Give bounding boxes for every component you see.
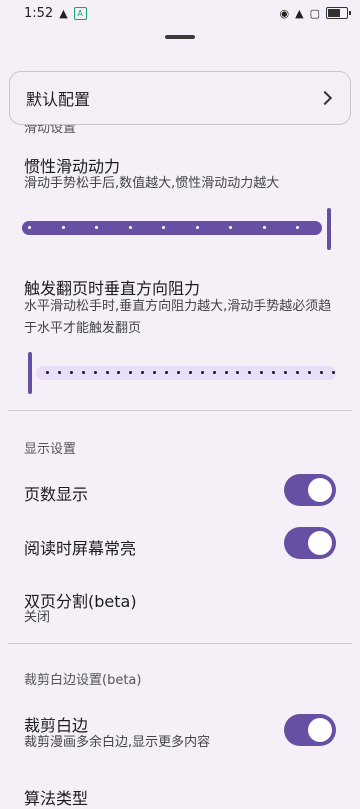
page-number-label: 页数显示 [24,485,89,504]
status-time: 1:52 [24,5,54,21]
status-bar: 1:52 ▲ A ◉ ▲ ▢ [0,0,360,26]
page-number-switch[interactable] [284,474,336,506]
slider-tick-dot [105,371,109,374]
slider-tick-dot [319,371,323,374]
divider [8,410,352,411]
resistance-slider-thumb[interactable] [28,352,32,394]
slider-tick-dot [295,371,299,374]
default-config-button[interactable]: 默认配置 [9,71,351,125]
battery-icon [326,7,351,19]
screen-on-switch[interactable] [284,527,336,559]
split-page-value: 关闭 [24,610,51,625]
slider-tick-dot [331,371,335,374]
crop-switch[interactable] [284,714,336,746]
slider-tick-dot [284,371,287,374]
slider-tick-dot [224,371,228,374]
wifi-icon: ▲ [295,6,304,20]
slider-tick-dot [165,371,168,374]
slider-tick-dot [46,371,49,374]
person-icon: ▲ [59,6,68,20]
chevron-right-icon [317,90,333,106]
screen-on-label: 阅读时屏幕常亮 [24,539,137,558]
slider-tick-dot [28,226,31,229]
slider-tick-dot [188,371,192,374]
slider-tick-dot [296,226,299,229]
default-config-label: 默认配置 [26,90,91,109]
slider-tick-dot [81,371,85,374]
slider-tick-dot [128,226,132,229]
slider-tick-dot [176,371,180,374]
inertia-subtitle: 滑动手势松手后,数值越大,惯性滑动动力越大 [24,176,280,191]
resistance-subtitle: 水平滑动松手时,垂直方向阻力越大,滑动手势越必须趋于水平才能触发翻页 [24,299,332,336]
slider-tick-dot [69,371,73,374]
switch-knob [308,718,332,742]
resistance-slider-track [36,366,336,380]
slider-tick-dot [93,371,97,374]
switch-knob [308,478,332,502]
slider-tick-dot [95,226,98,229]
switch-knob [308,531,332,555]
slider-tick-dot [195,226,199,229]
slider-tick-dot [229,226,232,229]
sheet-drag-handle[interactable] [165,35,195,39]
slider-tick-dot [307,371,311,374]
eye-icon: ◉ [279,6,290,20]
slider-tick-dot [212,371,216,374]
section-label-crop: 裁剪白边设置(beta) [24,673,142,688]
section-label-display: 显示设置 [24,442,77,457]
sim-x-icon: ▢ [309,6,320,20]
slider-tick-dot [200,371,204,374]
slider-tick-dot [162,226,165,229]
app-badge-icon: A [73,6,87,20]
resistance-slider[interactable] [26,352,338,394]
inertia-slider-fill [22,221,322,235]
divider [8,643,352,644]
slider-tick-dot [262,226,266,229]
slider-tick-dot [57,371,61,374]
algorithm-title[interactable]: 算法类型 [24,785,88,809]
inertia-slider[interactable] [20,208,333,250]
inertia-slider-thumb[interactable] [327,208,331,250]
slider-tick-dot [61,226,65,229]
